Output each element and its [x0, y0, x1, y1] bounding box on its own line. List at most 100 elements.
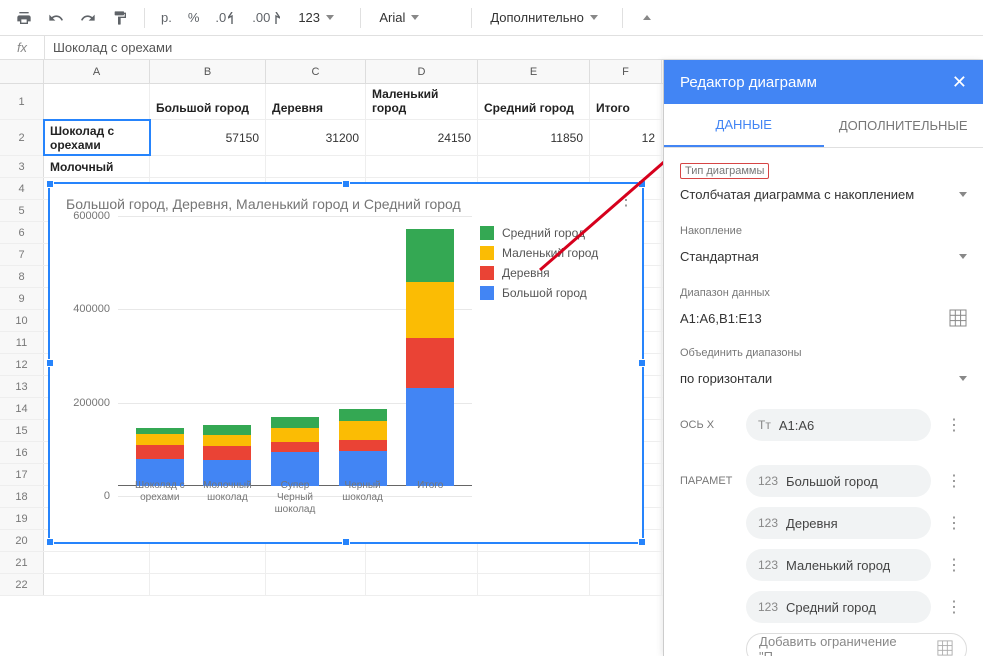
cell[interactable]: [266, 552, 366, 573]
cell[interactable]: [590, 552, 662, 573]
resize-handle[interactable]: [638, 180, 646, 188]
resize-handle[interactable]: [638, 538, 646, 546]
col-header-c[interactable]: C: [266, 60, 366, 83]
row-header-7[interactable]: 7: [0, 244, 44, 265]
series-chip[interactable]: 123Большой город: [746, 465, 931, 497]
tab-data[interactable]: ДАННЫЕ: [664, 104, 824, 147]
row-header-5[interactable]: 5: [0, 200, 44, 221]
chart-menu-icon[interactable]: ⋮: [618, 190, 634, 210]
spreadsheet-grid[interactable]: A B C D E F 1 Большой город Деревня Мале…: [0, 60, 663, 656]
x-axis-menu-icon[interactable]: ⋮: [941, 415, 967, 435]
col-header-d[interactable]: D: [366, 60, 478, 83]
col-header-f[interactable]: F: [590, 60, 662, 83]
resize-handle[interactable]: [342, 180, 350, 188]
cell[interactable]: [44, 84, 150, 119]
series-menu-icon[interactable]: ⋮: [941, 471, 967, 491]
cell[interactable]: 57150: [150, 120, 266, 155]
embedded-chart[interactable]: ⋮ Большой город, Деревня, Маленький горо…: [48, 182, 644, 544]
cell[interactable]: [478, 552, 590, 573]
row-header-14[interactable]: 14: [0, 398, 44, 419]
col-header-b[interactable]: B: [150, 60, 266, 83]
col-header-a[interactable]: A: [44, 60, 150, 83]
add-series-button[interactable]: Добавить ограничение "П...: [746, 633, 967, 656]
series-chip[interactable]: 123Маленький город: [746, 549, 931, 581]
row-header-21[interactable]: 21: [0, 552, 44, 573]
formula-input[interactable]: Шоколад с орехами: [44, 36, 983, 59]
series-menu-icon[interactable]: ⋮: [941, 513, 967, 533]
resize-handle[interactable]: [638, 359, 646, 367]
cell[interactable]: [366, 574, 478, 595]
cell[interactable]: Большой город: [150, 84, 266, 119]
row-header-19[interactable]: 19: [0, 508, 44, 529]
series-chip[interactable]: 123Средний город: [746, 591, 931, 623]
redo-icon[interactable]: [74, 4, 102, 32]
number-format-dropdown[interactable]: 123: [290, 4, 350, 32]
row-header-2[interactable]: 2: [0, 120, 44, 155]
more-options-dropdown[interactable]: Дополнительно: [482, 4, 612, 32]
tab-customize[interactable]: ДОПОЛНИТЕЛЬНЫЕ: [824, 104, 983, 147]
decrease-decimal-button[interactable]: .0: [209, 4, 242, 32]
row-header-8[interactable]: 8: [0, 266, 44, 287]
cell[interactable]: [150, 574, 266, 595]
collapse-toolbar-icon[interactable]: [633, 4, 661, 32]
row-header-9[interactable]: 9: [0, 288, 44, 309]
row-header-10[interactable]: 10: [0, 310, 44, 331]
close-icon[interactable]: ✕: [952, 72, 967, 93]
cell[interactable]: 31200: [266, 120, 366, 155]
cell[interactable]: Средний город: [478, 84, 590, 119]
cell[interactable]: [150, 156, 266, 177]
row-header-12[interactable]: 12: [0, 354, 44, 375]
chart-type-dropdown[interactable]: Столбчатая диаграмма с накоплением: [680, 179, 967, 211]
row-header-11[interactable]: 11: [0, 332, 44, 353]
paint-format-icon[interactable]: [106, 4, 134, 32]
row-header-1[interactable]: 1: [0, 84, 44, 119]
cell[interactable]: Деревня: [266, 84, 366, 119]
cell[interactable]: [478, 574, 590, 595]
cell[interactable]: Маленький город: [366, 84, 478, 119]
cell[interactable]: [44, 552, 150, 573]
cell[interactable]: [590, 574, 662, 595]
select-all-corner[interactable]: [0, 60, 44, 83]
row-header-20[interactable]: 20: [0, 530, 44, 551]
row-header-13[interactable]: 13: [0, 376, 44, 397]
cell[interactable]: [366, 156, 478, 177]
x-axis-chip[interactable]: TᴛA1:A6: [746, 409, 931, 441]
series-menu-icon[interactable]: ⋮: [941, 597, 967, 617]
cell[interactable]: 11850: [478, 120, 590, 155]
selected-cell[interactable]: Шоколад с орехами: [44, 120, 150, 155]
resize-handle[interactable]: [46, 359, 54, 367]
percent-format-button[interactable]: %: [182, 4, 206, 32]
print-icon[interactable]: [10, 4, 38, 32]
resize-handle[interactable]: [342, 538, 350, 546]
merge-ranges-dropdown[interactable]: по горизонтали: [680, 363, 967, 395]
row-header-3[interactable]: 3: [0, 156, 44, 177]
row-header-6[interactable]: 6: [0, 222, 44, 243]
resize-handle[interactable]: [46, 180, 54, 188]
cell[interactable]: [366, 552, 478, 573]
row-header-4[interactable]: 4: [0, 178, 44, 199]
cell[interactable]: 24150: [366, 120, 478, 155]
undo-icon[interactable]: [42, 4, 70, 32]
currency-format-button[interactable]: р.: [155, 4, 178, 32]
cell[interactable]: Молочный: [44, 156, 150, 177]
cell[interactable]: [478, 156, 590, 177]
row-header-15[interactable]: 15: [0, 420, 44, 441]
series-chip[interactable]: 123Деревня: [746, 507, 931, 539]
select-range-icon[interactable]: [949, 309, 967, 327]
cell[interactable]: [590, 156, 662, 177]
col-header-e[interactable]: E: [478, 60, 590, 83]
data-range-value[interactable]: A1:A6,B1:E13: [680, 311, 762, 326]
cell[interactable]: Итого: [590, 84, 662, 119]
cell[interactable]: [150, 552, 266, 573]
resize-handle[interactable]: [46, 538, 54, 546]
cell[interactable]: [266, 574, 366, 595]
font-family-dropdown[interactable]: Arial: [371, 4, 461, 32]
stacking-dropdown[interactable]: Стандартная: [680, 241, 967, 273]
cell[interactable]: [44, 574, 150, 595]
increase-decimal-button[interactable]: .00: [246, 4, 286, 32]
row-header-16[interactable]: 16: [0, 442, 44, 463]
series-menu-icon[interactable]: ⋮: [941, 555, 967, 575]
row-header-18[interactable]: 18: [0, 486, 44, 507]
row-header-17[interactable]: 17: [0, 464, 44, 485]
cell[interactable]: 12: [590, 120, 662, 155]
